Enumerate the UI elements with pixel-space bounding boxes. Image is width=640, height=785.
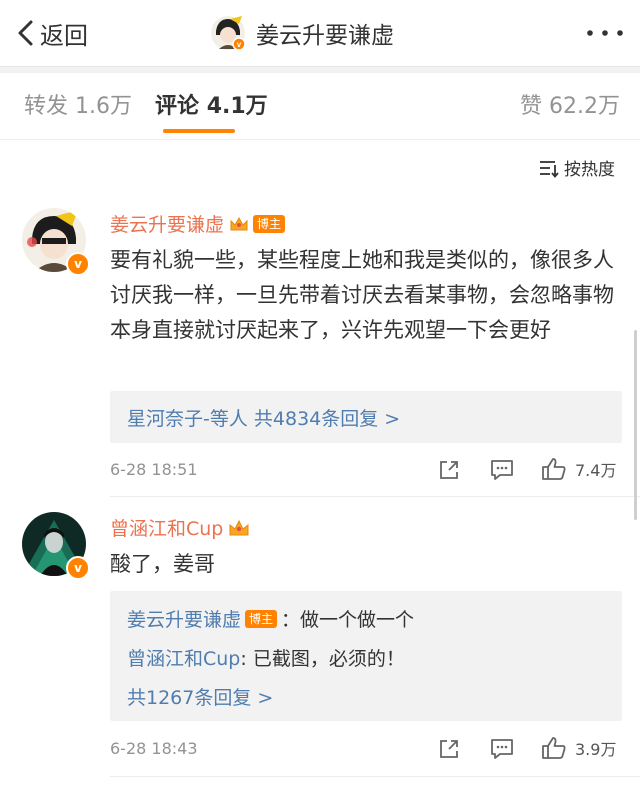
- like-button[interactable]: 7.4万: [541, 457, 616, 481]
- author-tag: 博主: [253, 214, 286, 233]
- comment-header: 姜云升要谦虚 博主: [110, 210, 289, 237]
- active-tab-indicator: [163, 129, 235, 133]
- reply-text: ：做一个做一个: [281, 609, 415, 631]
- reply-summary-link[interactable]: 星河奈子-等人 共4834条回复 >: [127, 404, 400, 431]
- crown-icon: [229, 519, 249, 535]
- tab-reposts[interactable]: 转发 1.6万: [24, 88, 132, 120]
- reply-item: 姜云升要谦虚 博主 ：做一个做一个: [127, 605, 414, 632]
- comment-time: 6-28 18:43: [110, 739, 198, 758]
- reply-item: 曾涵江和Cup : 已截图，必须的！: [127, 644, 405, 671]
- reply-preview-box[interactable]: 姜云升要谦虚 博主 ：做一个做一个 曾涵江和Cup : 已截图，必须的！ 共12…: [110, 591, 622, 721]
- divider: [110, 776, 640, 777]
- tab-reposts-count: 1.6万: [75, 94, 133, 119]
- comment-author-avatar[interactable]: v: [22, 512, 90, 580]
- more-icon[interactable]: [585, 28, 625, 38]
- tab-likes[interactable]: 赞 62.2万: [520, 88, 620, 120]
- section-gap: [0, 67, 640, 73]
- sort-label: 按热度: [564, 160, 615, 180]
- chevron-left-icon: [18, 20, 33, 46]
- reply-summary-box[interactable]: 星河奈子-等人 共4834条回复 >: [110, 391, 622, 443]
- tab-comments-count: 4.1万: [206, 94, 268, 119]
- comment-text: 要有礼貌一些，某些程度上她和我是类似的，像很多人讨厌我一样，一旦先带着讨厌去看某…: [110, 248, 614, 342]
- comment-username[interactable]: 姜云升要谦虚: [110, 210, 224, 237]
- tab-comments[interactable]: 评论 4.1万: [155, 88, 268, 120]
- share-icon[interactable]: [438, 459, 460, 481]
- crown-icon: [230, 216, 248, 230]
- comment-username[interactable]: 曾涵江和Cup: [110, 514, 223, 541]
- divider: [0, 139, 640, 140]
- sort-icon: [540, 160, 559, 178]
- comment-text: 酸了，姜哥: [110, 552, 215, 576]
- sort-by-hot-button[interactable]: 按热度: [538, 155, 615, 180]
- tab-comments-label: 评论: [155, 94, 200, 119]
- back-button[interactable]: 返回: [14, 14, 88, 52]
- svg-text:v: v: [237, 40, 242, 49]
- like-count: 3.9万: [575, 740, 617, 759]
- comment-time: 6-28 18:51: [110, 460, 198, 479]
- tab-likes-count: 62.2万: [549, 94, 621, 119]
- reply-username[interactable]: 姜云升要谦虚: [127, 605, 241, 632]
- scrollbar[interactable]: [634, 330, 637, 520]
- comment-icon[interactable]: [490, 459, 514, 481]
- verified-badge: v: [66, 556, 90, 580]
- reply-text: : 已截图，必须的！: [240, 648, 405, 670]
- comment-header: 曾涵江和Cup: [110, 514, 250, 541]
- comment-icon[interactable]: [490, 738, 514, 760]
- tab-reposts-label: 转发: [24, 94, 69, 119]
- nav-title-group[interactable]: v 姜云升要谦虚: [210, 14, 394, 52]
- like-count: 7.4万: [575, 461, 617, 480]
- user-avatar: v: [211, 16, 246, 51]
- share-icon[interactable]: [438, 738, 460, 760]
- comment-author-avatar[interactable]: v: [22, 208, 90, 276]
- reply-summary-link[interactable]: 共1267条回复 >: [127, 683, 273, 710]
- thumbs-up-icon: [542, 737, 566, 759]
- like-button[interactable]: 3.9万: [541, 736, 616, 760]
- verified-badge: v: [66, 252, 90, 276]
- reply-username[interactable]: 曾涵江和Cup: [127, 644, 240, 671]
- page-title: 姜云升要谦虚: [256, 23, 394, 49]
- thumbs-up-icon: [542, 458, 566, 480]
- divider: [110, 496, 640, 497]
- author-tag: 博主: [245, 609, 278, 628]
- tab-likes-label: 赞: [520, 94, 543, 119]
- back-label: 返回: [40, 21, 88, 50]
